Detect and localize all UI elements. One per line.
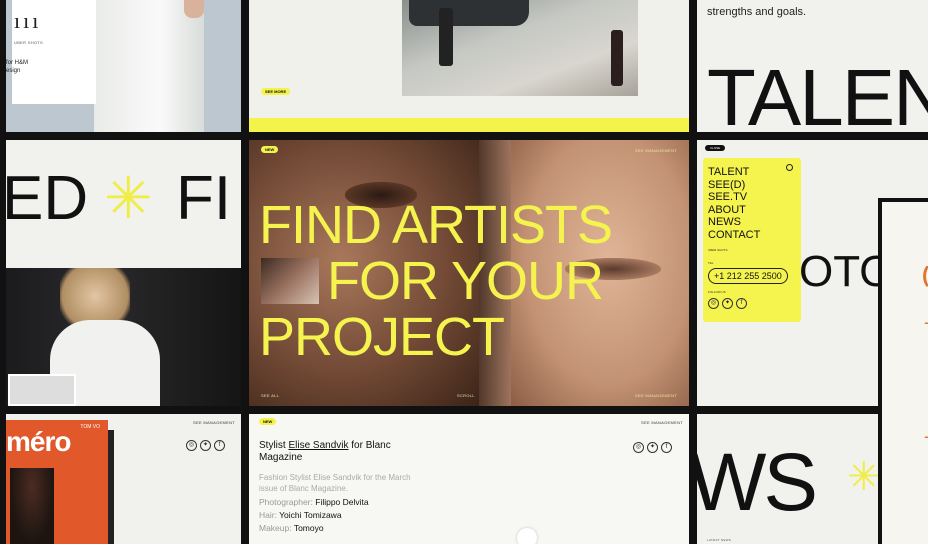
article-description: Fashion Stylist Elise Sandvik for the Ma…: [259, 473, 411, 493]
hero-see-all-link[interactable]: SEE ALL: [261, 393, 279, 398]
overlay-glyph: (: [922, 262, 928, 288]
magazine-side: [108, 430, 114, 544]
legs-right: [611, 30, 623, 86]
inset-photo: [8, 374, 76, 406]
menu-item-talent[interactable]: TALENT: [708, 166, 749, 179]
see-management-link[interactable]: SEE MANAGEMENT: [641, 420, 683, 425]
hero-headline-2: FOR YOUR: [327, 251, 604, 311]
credit-text: UBER SHOTS: [14, 40, 44, 45]
credit-label: Photographer:: [259, 497, 313, 507]
phone-pill[interactable]: +1 212 255 2500: [708, 268, 788, 284]
tile-top-middle: SEE MORE: [249, 0, 689, 132]
facebook-icon[interactable]: f: [214, 440, 225, 451]
logo-bars: ııı: [14, 8, 42, 33]
twitter-icon[interactable]: ✦: [722, 298, 733, 309]
credit-photographer: Photographer: Filippo Delvita: [259, 497, 369, 508]
hero-inset-photo: [261, 258, 319, 304]
menu-item-news[interactable]: NEWS: [708, 216, 741, 229]
credit-label: Makeup:: [259, 523, 292, 533]
credit-hair: Hair: Yoichi Tomizawa: [259, 510, 342, 521]
hero-bottom-link[interactable]: SEE MANAGEMENT: [635, 393, 677, 398]
title-prefix: Stylist: [259, 440, 289, 451]
tile-mid-left: ED ✳ FI: [6, 140, 241, 406]
tile-article: NEW SEE MANAGEMENT ◎ ✦ f Stylist Elise S…: [249, 414, 689, 544]
article-title[interactable]: Stylist Elise Sandvik for Blanc Magazine: [259, 440, 419, 464]
big-word-right: FI: [176, 164, 232, 233]
menu-small-text: UBER SHOTS: [708, 248, 728, 252]
caption-line-1: for H&M: [6, 60, 29, 66]
twitter-icon[interactable]: ✦: [200, 440, 211, 451]
instagram-icon[interactable]: ◎: [708, 298, 719, 309]
follow-label: FOLLOW US: [708, 290, 726, 294]
menu-item-contact[interactable]: CONTACT: [708, 229, 760, 242]
overlay-dash: -: [924, 312, 928, 333]
search-icon[interactable]: [786, 164, 793, 171]
magazine-tag: TOM VO: [80, 424, 100, 430]
news-heading: WS: [697, 437, 818, 528]
talent-heading: TALEN: [707, 53, 928, 133]
overlay-dash-2: -: [924, 426, 928, 447]
see-management-link[interactable]: SEE MANAGEMENT: [193, 420, 235, 425]
intro-text: strengths and goals.: [707, 6, 807, 18]
latest-news-label: LATEST NEWS: [707, 538, 732, 542]
tile-bottom-left: SEE MANAGEMENT ◎ ✦ f méro TOM VO: [6, 414, 241, 544]
twitter-icon[interactable]: ✦: [647, 442, 658, 453]
new-badge: NEW: [259, 418, 277, 425]
credit-label: Hair:: [259, 510, 277, 520]
facebook-icon[interactable]: f: [661, 442, 672, 453]
social-links: ◎ ✦ f: [708, 298, 747, 309]
hero-scroll-link[interactable]: SCROLL: [457, 393, 475, 398]
credit-name: Yoichi Tomizawa: [279, 510, 342, 520]
close-tag[interactable]: CLOSE: [705, 145, 726, 151]
hero-headline-1: FIND ARTISTS: [259, 195, 613, 255]
menu-item-about[interactable]: ABOUT: [708, 204, 746, 217]
legs-left: [439, 8, 453, 66]
hero-top-link[interactable]: SEE MANAGEMENT: [635, 148, 677, 153]
facebook-icon[interactable]: f: [736, 298, 747, 309]
model-arm: [184, 0, 204, 18]
social-links: ◎ ✦ f: [633, 442, 672, 453]
yellow-strip: [249, 118, 689, 132]
star-icon: ✳: [104, 166, 153, 231]
hero-headline-3: PROJECT: [259, 307, 505, 367]
menu-item-seetv[interactable]: SEE.TV: [708, 191, 747, 204]
credit-name: Tomoyo: [293, 523, 324, 533]
big-word-left: ED: [6, 164, 89, 233]
overlay-card: ( - -: [878, 198, 928, 544]
menu-item-seed[interactable]: SEE(D): [708, 179, 745, 192]
menu-panel: TALENT SEE(D) SEE.TV ABOUT NEWS CONTACT …: [703, 158, 801, 322]
caption-line-2: esign: [6, 68, 21, 74]
scroll-dot-icon[interactable]: [517, 528, 537, 544]
tel-label: TEL: [708, 261, 714, 265]
tile-top-left: ııı UBER SHOTS for H&M esign: [6, 0, 241, 132]
star-icon: ✳: [847, 455, 881, 499]
see-more-button[interactable]: SEE MORE: [261, 88, 291, 95]
model-photo: [94, 0, 204, 132]
credit-makeup: Makeup: Tomoyo: [259, 523, 324, 534]
hero-tile: NEW SEE MANAGEMENT FIND ARTISTS FOR YOUR…: [249, 140, 689, 406]
new-badge: NEW: [261, 146, 279, 153]
car-shape: [409, 0, 529, 26]
instagram-icon[interactable]: ◎: [633, 442, 644, 453]
social-links: ◎ ✦ f: [186, 440, 225, 451]
tile-top-right: strengths and goals. TALEN: [697, 0, 928, 132]
credit-name: Filippo Delvita: [315, 497, 369, 507]
magazine-model: [10, 468, 54, 544]
stylist-link[interactable]: Elise Sandvik: [288, 440, 348, 451]
magazine-title: méro: [6, 426, 71, 457]
instagram-icon[interactable]: ◎: [186, 440, 197, 451]
magazine-cover: méro TOM VO: [6, 420, 108, 544]
